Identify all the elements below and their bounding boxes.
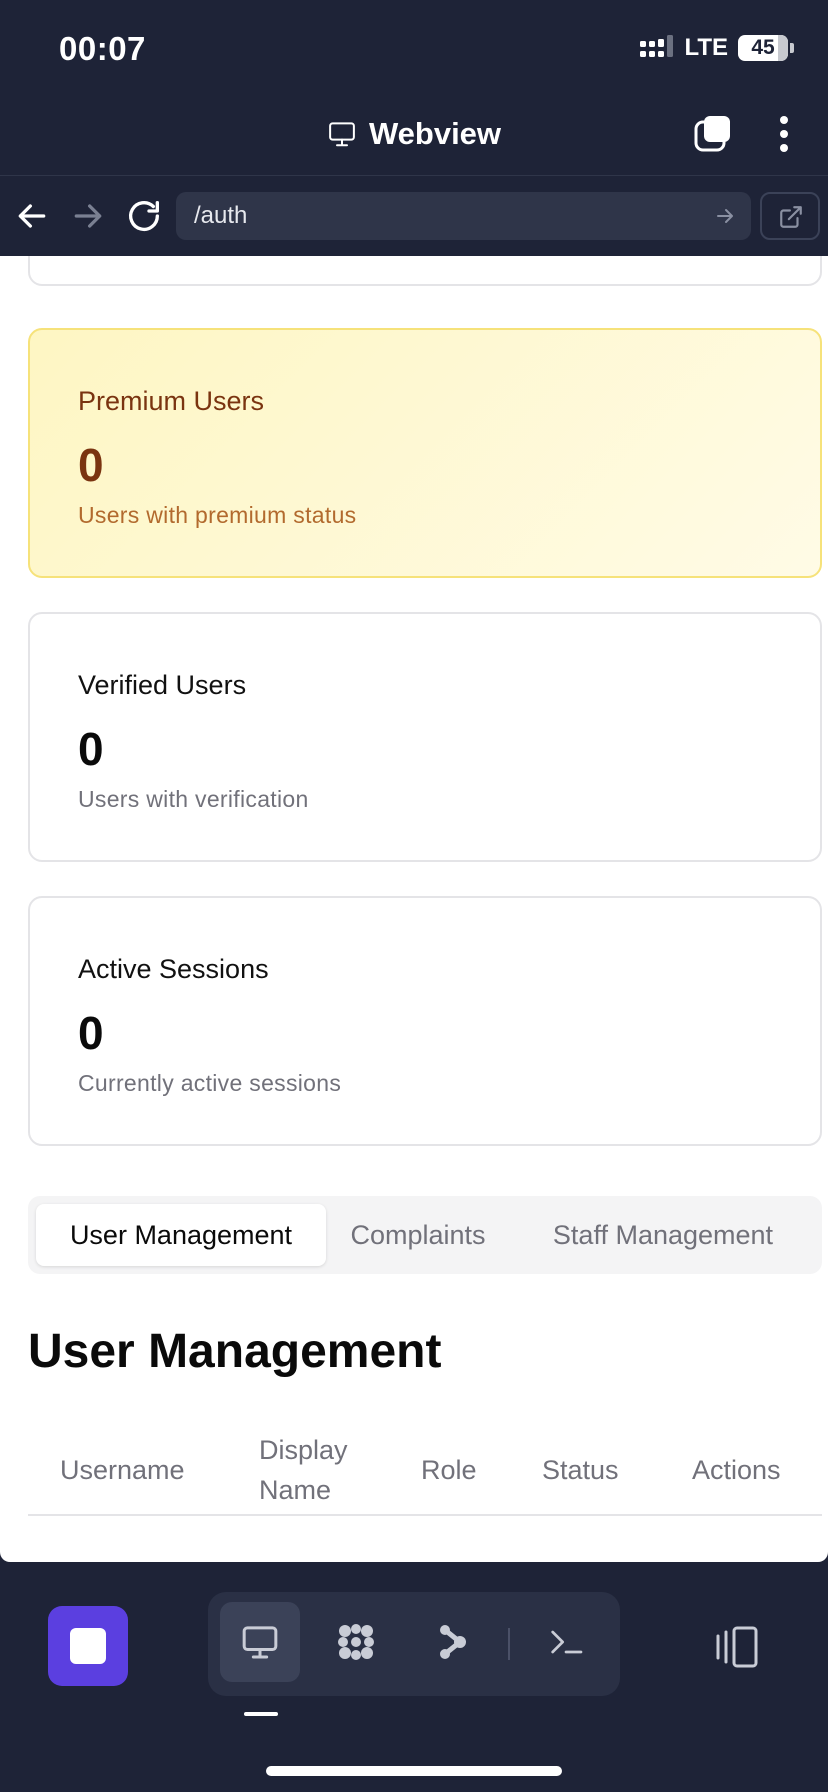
more-options-icon[interactable]	[770, 112, 798, 156]
stop-button[interactable]	[48, 1606, 128, 1686]
title-bar: Webview	[0, 96, 828, 176]
verified-users-card: Verified Users 0 Users with verification	[28, 612, 822, 862]
reload-icon[interactable]	[124, 196, 164, 236]
column-header-display-name-line2[interactable]: Name	[259, 1470, 331, 1510]
nodes-icon	[440, 1625, 466, 1659]
tab-list: User Management Complaints Staff Managem…	[28, 1196, 822, 1274]
column-header-display-name-line1[interactable]: Display	[259, 1430, 348, 1470]
tab-staff-management[interactable]: Staff Management	[518, 1204, 808, 1266]
section-heading: User Management	[28, 1325, 442, 1378]
battery-icon: 45	[738, 35, 788, 61]
panel-toggle-icon[interactable]	[712, 1622, 762, 1672]
tool-switcher	[208, 1592, 620, 1696]
url-bar: /auth	[0, 176, 828, 256]
bottom-toolbar	[0, 1562, 828, 1792]
webview-content: Premium Users 0 Users with premium statu…	[0, 256, 828, 1562]
card-title: Active Sessions	[78, 954, 269, 984]
table-header: Username Display Name Role Status Action…	[28, 1426, 822, 1516]
stat-card-partial	[28, 256, 822, 286]
tab-complaints[interactable]: Complaints	[338, 1204, 498, 1266]
signal-icon	[640, 35, 674, 57]
column-header-status[interactable]: Status	[542, 1450, 619, 1490]
terminal-tool-button[interactable]	[526, 1602, 606, 1682]
network-type: LTE	[684, 34, 728, 61]
card-value: 0	[78, 723, 104, 775]
card-title: Verified Users	[78, 670, 247, 700]
battery-nub	[790, 43, 794, 53]
column-header-actions[interactable]: Actions	[692, 1450, 781, 1490]
card-value: 0	[78, 1007, 104, 1059]
active-sessions-card: Active Sessions 0 Currently active sessi…	[28, 896, 822, 1146]
card-description: Users with verification	[78, 786, 309, 812]
url-input[interactable]: /auth	[176, 192, 751, 240]
tabs-icon[interactable]	[693, 114, 733, 154]
screen: 00:07 LTE 45 Webview /auth Premium Users…	[0, 0, 828, 1792]
column-header-role[interactable]: Role	[421, 1450, 477, 1490]
card-value: 0	[78, 439, 104, 491]
tool-divider	[508, 1628, 510, 1660]
status-indicators: LTE 45	[640, 34, 794, 62]
open-external-button[interactable]	[760, 192, 820, 240]
url-go-icon[interactable]	[713, 204, 737, 228]
tab-user-management[interactable]: User Management	[36, 1204, 326, 1266]
status-time: 00:07	[59, 30, 146, 67]
home-indicator[interactable]	[266, 1766, 562, 1776]
back-icon[interactable]	[12, 196, 52, 236]
monitor-icon	[242, 1626, 278, 1659]
monitor-icon	[329, 122, 355, 147]
stop-icon	[70, 1628, 106, 1664]
external-link-icon	[780, 206, 802, 228]
page-title: Webview	[368, 116, 502, 151]
status-bar: 00:07 LTE 45	[0, 0, 828, 96]
active-tool-indicator	[244, 1712, 278, 1716]
grid-dots-icon	[338, 1624, 374, 1660]
column-header-username[interactable]: Username	[60, 1450, 185, 1490]
terminal-icon	[551, 1630, 583, 1654]
card-description: Users with premium status	[78, 502, 357, 528]
share-tool-button[interactable]	[412, 1602, 492, 1682]
url-text: /auth	[194, 202, 248, 229]
apps-tool-button[interactable]	[316, 1602, 396, 1682]
forward-icon[interactable]	[68, 196, 108, 236]
card-description: Currently active sessions	[78, 1070, 342, 1096]
webview-tool-button[interactable]	[220, 1602, 300, 1682]
card-title: Premium Users	[78, 386, 265, 416]
premium-users-card: Premium Users 0 Users with premium statu…	[28, 328, 822, 578]
battery-level: 45	[751, 36, 775, 59]
